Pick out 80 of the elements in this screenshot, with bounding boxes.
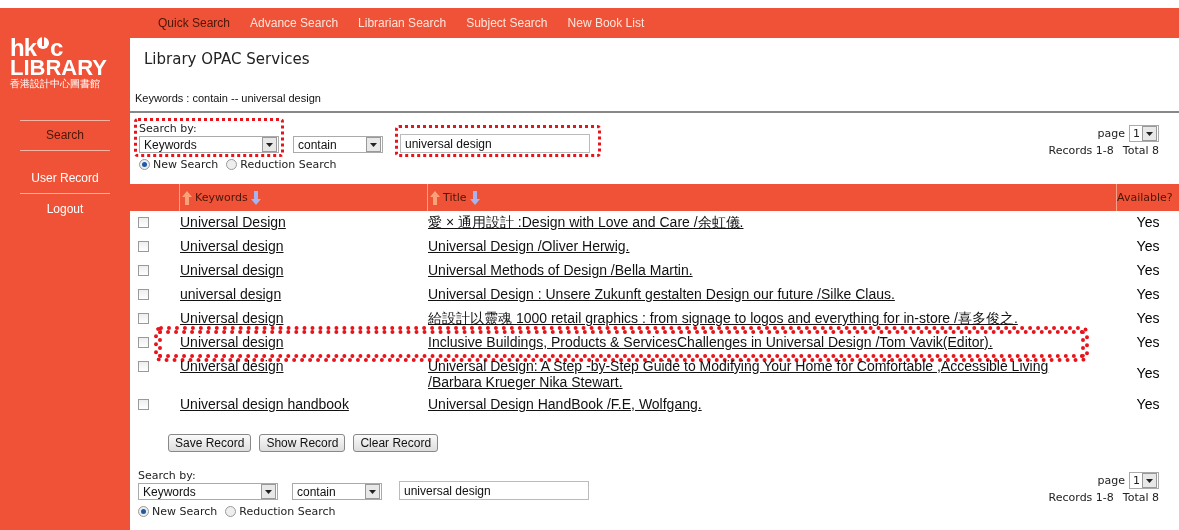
- title-link[interactable]: Universal Design /Oliver Herwig.: [428, 238, 630, 254]
- keyword-link[interactable]: Universal design handbook: [180, 396, 349, 412]
- availability-cell-text: Yes: [1135, 309, 1161, 328]
- availability-cell-text: Yes: [1135, 285, 1161, 304]
- row-checkbox[interactable]: [138, 289, 149, 300]
- availability-cell-text: Yes: [1135, 364, 1161, 383]
- availability-cell-text: Yes: [1135, 395, 1161, 414]
- nav-link[interactable]: Quick Search: [158, 16, 231, 30]
- operator-dropdown[interactable]: contain: [293, 136, 383, 153]
- records-range: Records 1-8: [1048, 144, 1114, 157]
- row-checkbox[interactable]: [138, 313, 149, 324]
- row-checkbox[interactable]: [138, 361, 149, 372]
- sort-down-icon[interactable]: [469, 190, 480, 205]
- search-by-label: Search by:: [138, 469, 197, 482]
- records-total: Total 8: [1122, 491, 1159, 504]
- field-dropdown[interactable]: Keywords: [138, 483, 278, 500]
- records-range: Records 1-8: [1048, 491, 1114, 504]
- radio-label: Reduction Search: [240, 158, 337, 171]
- keyword-link[interactable]: Universal design: [180, 262, 284, 278]
- caret-icon: [262, 137, 277, 152]
- page-dropdown[interactable]: 1: [1129, 125, 1159, 142]
- radio-button[interactable]: [138, 506, 149, 517]
- keyword-link[interactable]: Universal design: [180, 238, 284, 254]
- sort-down-icon[interactable]: [250, 190, 261, 205]
- row-checkbox[interactable]: [138, 217, 149, 228]
- column-header: Available?: [1117, 191, 1173, 204]
- availability-cell-text: Yes: [1135, 333, 1161, 352]
- row-checkbox[interactable]: [138, 241, 149, 252]
- availability-cell-text: Yes: [1135, 237, 1161, 256]
- availability-cell-text: Yes: [1135, 213, 1161, 232]
- radio-button[interactable]: [226, 159, 238, 170]
- title-link[interactable]: Universal Design: A Step -by-Step Guide to Modifying Your Home for Comfortable ,Accessible Living /Barbara Krueger Nika Stewart.: [428, 358, 1077, 390]
- caret-icon: [1142, 473, 1157, 488]
- radio-button[interactable]: [225, 506, 237, 517]
- records-total: Total 8: [1122, 144, 1159, 157]
- row-checkbox[interactable]: [138, 265, 149, 276]
- keyword-link[interactable]: Universal design: [180, 334, 284, 350]
- record-button[interactable]: Show Record: [259, 434, 346, 452]
- search-by-label: Search by:: [139, 122, 198, 135]
- title-link[interactable]: Universal Design HandBook /F.E, Wolfgang.: [428, 396, 702, 412]
- search-summary: Keywords : contain -- universal design: [130, 78, 1179, 113]
- page-title: Library OPAC Services: [143, 49, 311, 70]
- caret-icon: [366, 137, 381, 152]
- caret-icon: [365, 484, 380, 499]
- keyword-link[interactable]: Universal design: [180, 358, 284, 374]
- sort-up-icon[interactable]: [430, 190, 440, 205]
- row-checkbox[interactable]: [138, 399, 149, 410]
- radio-label: New Search: [153, 158, 219, 171]
- record-button[interactable]: Save Record: [168, 434, 252, 452]
- radio-label: New Search: [152, 505, 218, 518]
- caret-icon: [261, 484, 276, 499]
- column-header[interactable]: Keywords: [195, 191, 248, 204]
- title-link[interactable]: Universal Design : Unsere Zukunft gestalten Design our future /Silke Claus.: [428, 286, 895, 302]
- row-checkbox[interactable]: [138, 337, 149, 348]
- sort-up-icon[interactable]: [182, 190, 192, 205]
- library-logo[interactable]: hk c LIBRARY 香港設計中心圖書館: [10, 36, 120, 90]
- keyword-link[interactable]: Universal design: [180, 310, 284, 326]
- title-link[interactable]: 給設計以靈魂 1000 retail graphics : from signage to logos and everything for in-store /喜多俊之.: [428, 310, 1018, 328]
- record-button[interactable]: Clear Record: [353, 434, 439, 452]
- sidebar-item[interactable]: Search: [20, 120, 110, 151]
- keyword-link[interactable]: Universal Design: [180, 214, 286, 230]
- availability-cell-text: Yes: [1135, 261, 1161, 280]
- operator-dropdown[interactable]: contain: [292, 483, 382, 500]
- title-link[interactable]: Inclusive Buildings, Products & ServicesChallenges in Universal Design /Tom Vavik(Editor).: [428, 334, 993, 350]
- search-field[interactable]: universal design: [400, 134, 590, 153]
- radio-label: Reduction Search: [239, 505, 336, 518]
- keyword-link[interactable]: universal design: [180, 286, 282, 302]
- caret-icon: [1142, 126, 1157, 141]
- title-link[interactable]: Universal Methods of Design /Bella Martin.: [428, 262, 693, 278]
- sidebar-item[interactable]: Logout: [20, 194, 110, 224]
- logo-icon: [36, 36, 50, 50]
- title-link[interactable]: 愛 × 通用設計 :Design with Love and Care /余虹儀.: [428, 214, 744, 232]
- sidebar-item[interactable]: User Record: [20, 163, 110, 194]
- page-label: page: [1097, 127, 1125, 140]
- page-label: page: [1097, 474, 1125, 487]
- radio-button[interactable]: [139, 159, 150, 170]
- field-dropdown[interactable]: Keywords: [139, 136, 279, 153]
- search-field[interactable]: universal design: [399, 481, 589, 500]
- page-dropdown[interactable]: 1: [1129, 472, 1159, 489]
- column-header[interactable]: Title: [443, 191, 467, 204]
